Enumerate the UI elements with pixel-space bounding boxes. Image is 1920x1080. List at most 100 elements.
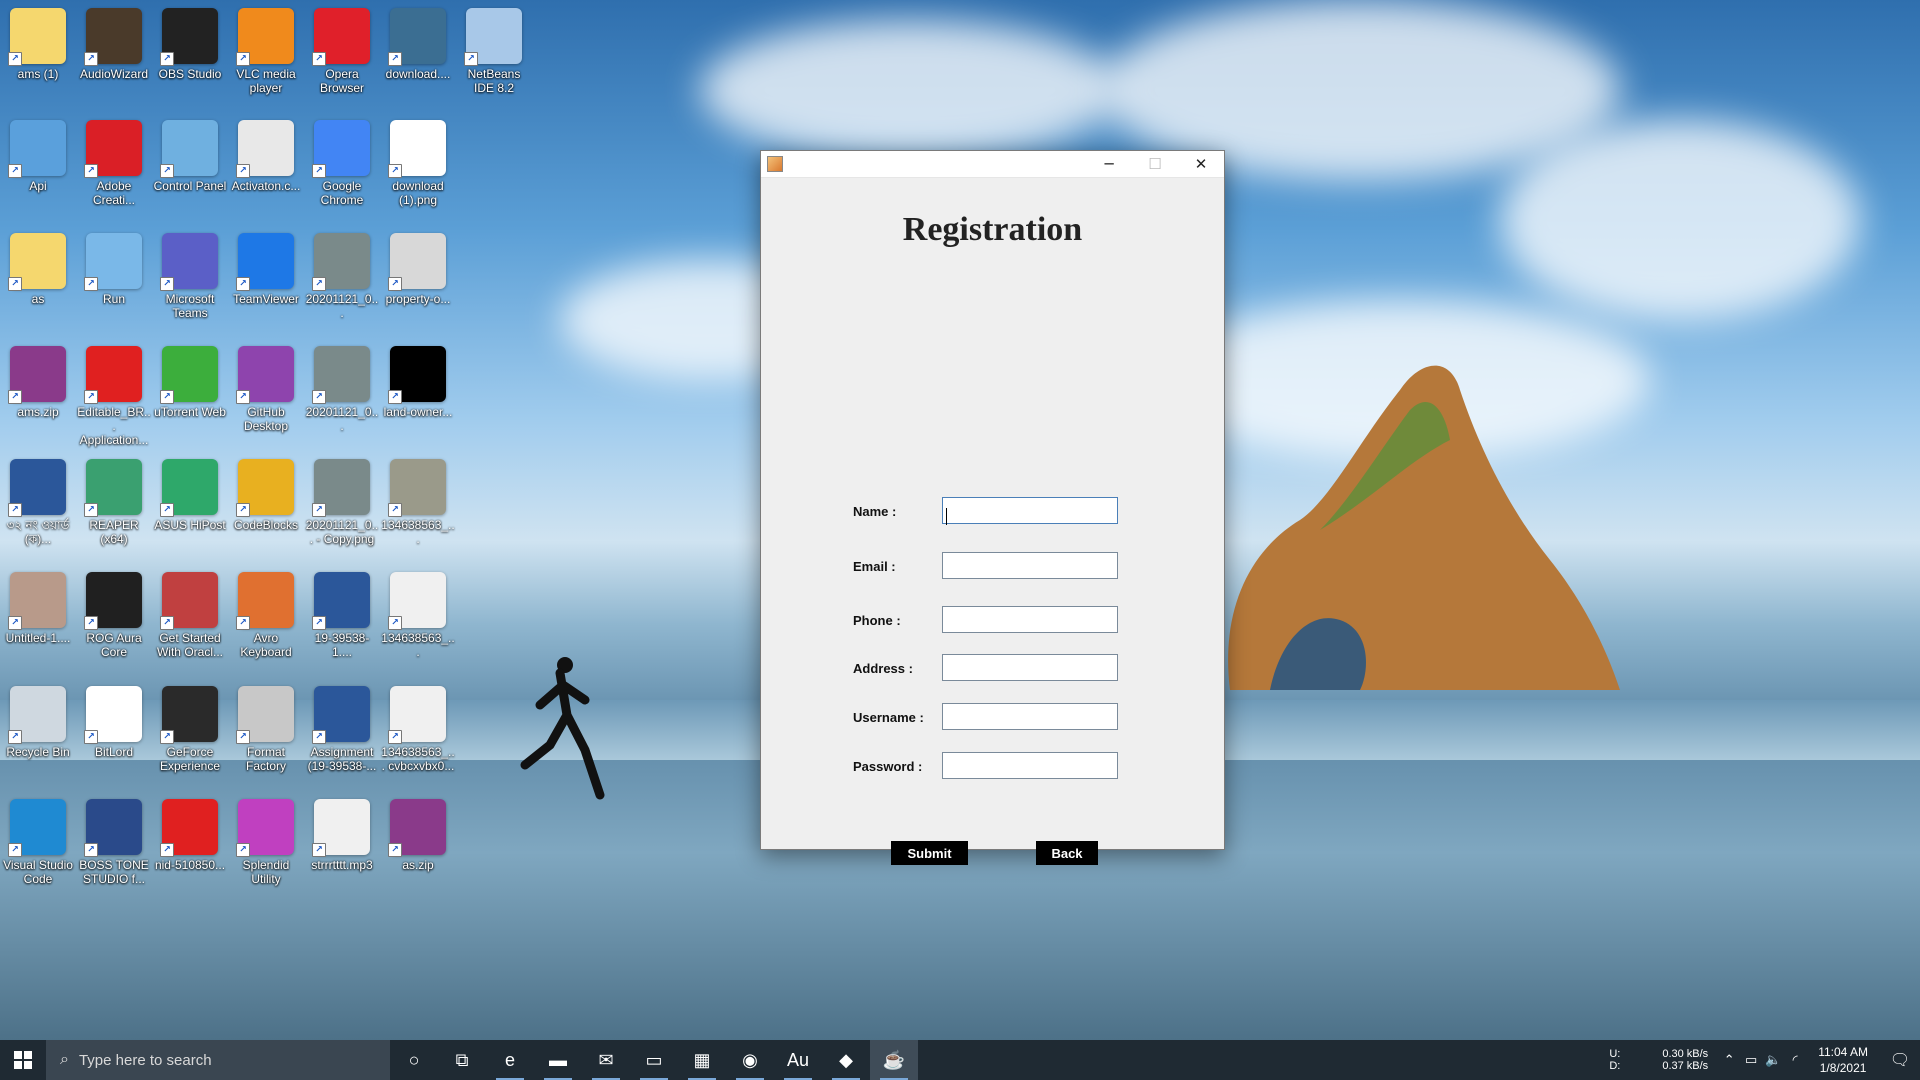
minimize-button[interactable]: ─ — [1086, 151, 1132, 177]
desktop-icon[interactable]: ↗ as.zip — [381, 799, 455, 872]
shortcut-arrow-icon: ↗ — [236, 730, 250, 744]
submit-button[interactable]: Submit — [891, 841, 968, 865]
desktop-icon[interactable]: ↗ ৩২ নং ওয়ার্ড (ক)... — [1, 459, 75, 546]
desktop-icon[interactable]: ↗ ASUS HiPost — [153, 459, 227, 532]
desktop-icon[interactable]: ↗ ams (1) — [1, 8, 75, 81]
taskbar-search-box[interactable]: ⌕ Type here to search — [46, 1040, 390, 1080]
desktop-icon-label: 134638563_... — [381, 631, 455, 659]
desktop-icon[interactable]: ↗ as — [1, 233, 75, 306]
java-app-icon — [767, 156, 783, 172]
start-button[interactable] — [0, 1040, 46, 1080]
taskbar-task-view-button[interactable]: ○ — [390, 1040, 438, 1080]
desktop-icon[interactable]: ↗ Control Panel — [153, 120, 227, 193]
search-icon: ⌕ — [60, 1051, 69, 1068]
desktop-icon[interactable]: ↗ Activaton.c... — [229, 120, 303, 193]
desktop-icon[interactable]: ↗ Google Chrome — [305, 120, 379, 207]
close-button[interactable]: ✕ — [1178, 151, 1224, 177]
battery-icon[interactable]: ▭ — [1740, 1052, 1762, 1068]
taskbar-netbeans-button[interactable]: ◆ — [822, 1040, 870, 1080]
taskbar-audition-button[interactable]: Au — [774, 1040, 822, 1080]
desktop-icon[interactable]: ↗ BitLord — [77, 686, 151, 759]
desktop-icon[interactable]: ↗ 20201121_0... - Copy.png — [305, 459, 379, 546]
window-titlebar[interactable]: ─ ☐ ✕ — [761, 151, 1224, 178]
desktop-icon[interactable]: ↗ 134638563_... — [381, 459, 455, 546]
desktop-icon[interactable]: ↗ Splendid Utility — [229, 799, 303, 886]
maximize-button[interactable]: ☐ — [1132, 151, 1178, 177]
desktop-icon[interactable]: ↗ Recycle Bin — [1, 686, 75, 759]
speaker-icon: ↗ — [84, 8, 142, 66]
desktop-icon[interactable]: ↗ 20201121_0... — [305, 346, 379, 433]
desktop-icon[interactable]: ↗ Editable_BR... Application... — [77, 346, 151, 447]
taskbar-task-view-2-button[interactable]: ⧉ — [438, 1040, 486, 1080]
chevron-up-icon[interactable]: ⌃ — [1718, 1052, 1740, 1068]
notification-center-icon[interactable]: 🗨 — [1880, 1050, 1920, 1070]
desktop-icon[interactable]: ↗ BOSS TONE STUDIO f... — [77, 799, 151, 886]
desktop-icon[interactable]: ↗ uTorrent Web — [153, 346, 227, 419]
house-icon: ↗ — [388, 120, 446, 178]
desktop-icon[interactable]: ↗ GitHub Desktop — [229, 346, 303, 433]
desktop-icon[interactable]: ↗ ams.zip — [1, 346, 75, 419]
desktop-icon[interactable]: ↗ Run — [77, 233, 151, 306]
desktop-icon[interactable]: ↗ nid-510850... — [153, 799, 227, 872]
desktop-icon[interactable]: ↗ GeForce Experience — [153, 686, 227, 773]
shortcut-arrow-icon: ↗ — [84, 52, 98, 66]
desktop-icon[interactable]: ↗ Untitled-1.... — [1, 572, 75, 645]
desktop-icon[interactable]: ↗ ROG Aura Core — [77, 572, 151, 659]
address-input[interactable] — [942, 654, 1118, 681]
winrar-icon: ↗ — [8, 346, 66, 404]
desktop-icon[interactable]: ↗ VLC media player — [229, 8, 303, 95]
taskbar-edge-button[interactable]: e — [486, 1040, 534, 1080]
volume-icon[interactable]: 🔈 — [1762, 1052, 1784, 1068]
desktop-icon[interactable]: ↗ 19-39538-1.... — [305, 572, 379, 659]
taskbar-java-app-button[interactable]: ☕ — [870, 1040, 918, 1080]
desktop-icon[interactable]: ↗ Adobe Creati... — [77, 120, 151, 207]
taskbar-mail-button[interactable]: ✉ — [582, 1040, 630, 1080]
desktop-icon[interactable]: ↗ Get Started With Oracl... — [153, 572, 227, 659]
phone-input[interactable] — [942, 606, 1118, 633]
desktop-icon[interactable]: ↗ TeamViewer — [229, 233, 303, 306]
shortcut-arrow-icon: ↗ — [236, 277, 250, 291]
desktop-icon[interactable]: ↗ download.... — [381, 8, 455, 81]
desktop-icon[interactable]: ↗ Assignment (19-39538-... — [305, 686, 379, 773]
desktop-icon[interactable]: ↗ Opera Browser — [305, 8, 379, 95]
desktop-icon[interactable]: ↗ property-o... — [381, 233, 455, 306]
desktop-icon[interactable]: ↗ download (1).png — [381, 120, 455, 207]
desktop-icon[interactable]: ↗ 20201121_0... — [305, 233, 379, 320]
desktop-icon[interactable]: ↗ NetBeans IDE 8.2 — [457, 8, 531, 95]
shortcut-arrow-icon: ↗ — [464, 52, 478, 66]
desktop-icon[interactable]: ↗ Format Factory — [229, 686, 303, 773]
desktop-icon[interactable]: ↗ Avro Keyboard — [229, 572, 303, 659]
desktop-icon-label: ROG Aura Core — [86, 631, 142, 659]
page-title: Registration — [902, 211, 1083, 248]
desktop-icon[interactable]: ↗ Api — [1, 120, 75, 193]
name-input[interactable] — [942, 497, 1118, 524]
system-clock[interactable]: 11:04 AM 1/8/2021 — [1818, 1044, 1868, 1076]
name-label: Name : — [853, 504, 897, 519]
taskbar: ⌕ Type here to search ○ ⧉ e ▬ ✉ ▭ ▦ ◉ Au ◆ ☕ U: 0.3… — [0, 1040, 1920, 1080]
edge-icon: e — [504, 1049, 515, 1070]
boss-cube-icon: ↗ — [84, 799, 142, 857]
desktop-icon[interactable]: ↗ land-owner... — [381, 346, 455, 419]
desktop-icon[interactable]: ↗ Visual Studio Code — [1, 799, 75, 886]
password-input[interactable] — [942, 752, 1118, 779]
desktop-icon[interactable]: ↗ Microsoft Teams — [153, 233, 227, 320]
desktop-icon[interactable]: ↗ strrrtttt.mp3 — [305, 799, 379, 872]
desktop-icon[interactable]: ↗ CodeBlocks — [229, 459, 303, 532]
desktop-icon[interactable]: ↗ REAPER (x64) — [77, 459, 151, 546]
taskbar-chrome-button[interactable]: ◉ — [726, 1040, 774, 1080]
desktop-icon[interactable]: ↗ AudioWizard — [77, 8, 151, 81]
wifi-icon[interactable]: ◜ — [1784, 1052, 1806, 1068]
email-input[interactable] — [942, 552, 1118, 579]
desktop-icon-label: strrrtttt.mp3 — [311, 858, 373, 872]
desktop-icon[interactable]: ↗ 134638563_... cvbcxvbx0... — [381, 686, 455, 773]
back-button[interactable]: Back — [1036, 841, 1098, 865]
taskbar-file-explorer-button[interactable]: ▬ — [534, 1040, 582, 1080]
taskbar-app-list: ○ ⧉ e ▬ ✉ ▭ ▦ ◉ Au ◆ ☕ — [390, 1040, 918, 1080]
desktop-icon[interactable]: ↗ 134638563_... — [381, 572, 455, 659]
shortcut-arrow-icon: ↗ — [160, 843, 174, 857]
taskbar-store-button[interactable]: ▦ — [678, 1040, 726, 1080]
hipost-icon: ↗ — [160, 459, 218, 517]
taskbar-laptop-button[interactable]: ▭ — [630, 1040, 678, 1080]
username-input[interactable] — [942, 703, 1118, 730]
desktop-icon[interactable]: ↗ OBS Studio — [153, 8, 227, 81]
